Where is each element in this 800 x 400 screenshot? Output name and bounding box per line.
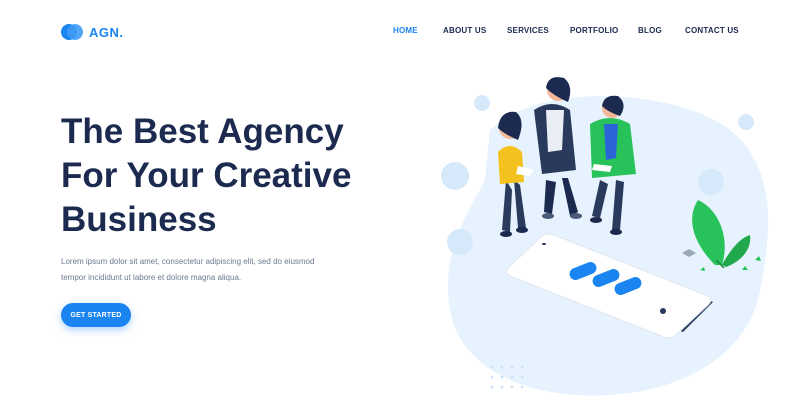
decor-bubble (738, 114, 754, 130)
decor-bubble (441, 162, 469, 190)
decor-bubble (447, 229, 473, 255)
decor-bubble (698, 169, 724, 195)
hero-title-line: For Your Creative (61, 156, 352, 195)
hero-title: The Best Agency For Your Creative Busine… (61, 110, 391, 242)
nav-blog[interactable]: BLOG (638, 26, 662, 35)
decor-bubble (474, 95, 490, 111)
nav-services[interactable]: SERVICES (507, 26, 549, 35)
nav-about-us[interactable]: ABOUT US (443, 26, 486, 35)
hero-description-line: Lorem ipsum dolor sit amet, consectetur … (61, 257, 315, 266)
hero-description: Lorem ipsum dolor sit amet, consectetur … (61, 254, 351, 286)
get-started-button[interactable]: GET STARTED (61, 303, 131, 327)
main-nav: HOME ABOUT US SERVICES PORTFOLIO BLOG CO… (0, 26, 800, 40)
nav-home[interactable]: HOME (393, 26, 418, 35)
navbar: AGN. HOME ABOUT US SERVICES PORTFOLIO BL… (0, 0, 800, 64)
nav-portfolio[interactable]: PORTFOLIO (570, 26, 618, 35)
hero-description-line: tempor incididunt ut labore et dolore ma… (61, 273, 242, 282)
hero-title-line: Business (61, 200, 217, 239)
hero-title-line: The Best Agency (61, 112, 344, 151)
nav-contact-us[interactable]: CONTACT US (685, 26, 739, 35)
hero-illustration (441, 77, 769, 396)
